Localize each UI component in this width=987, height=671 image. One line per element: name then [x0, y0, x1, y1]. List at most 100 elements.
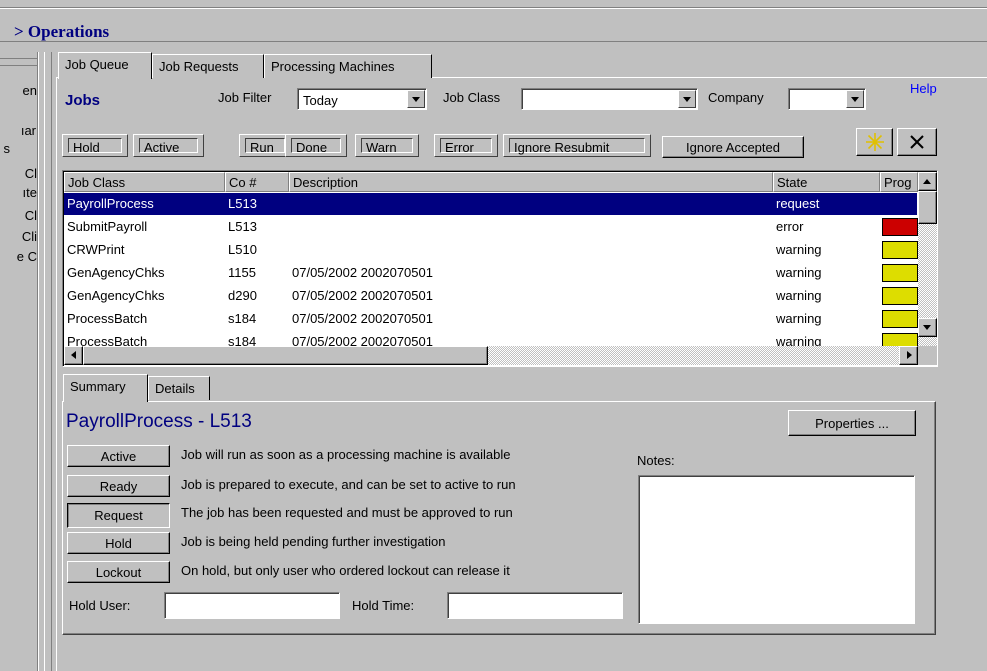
table-row[interactable]: SubmitPayroll L513 error: [64, 216, 918, 238]
cell-company: s184: [228, 311, 257, 326]
cell-state: request: [776, 196, 820, 211]
progress-indicator: [882, 218, 918, 236]
filter-hold-button[interactable]: Hold: [62, 134, 128, 157]
chevron-down-icon[interactable]: [678, 90, 696, 108]
state-lockout-button[interactable]: Lockout: [67, 561, 170, 583]
cell-job-class: GenAgencyChks: [67, 265, 165, 280]
tab-job-queue[interactable]: Job Queue: [58, 52, 152, 79]
cell-state: error: [776, 219, 804, 234]
table-row[interactable]: PayrollProcess L513 request: [64, 193, 917, 215]
page-title: > Operations: [14, 22, 110, 41]
cell-description: 07/05/2002 2002070501: [292, 288, 433, 303]
filter-ignore-resubmit-label: Ignore Resubmit: [509, 138, 645, 155]
job-class-label: Job Class: [443, 90, 501, 105]
sidebar-splitter-bar[interactable]: [44, 52, 52, 671]
table-row[interactable]: GenAgencyChks d290 07/05/2002 2002070501 wa…: [64, 285, 918, 307]
column-header-state[interactable]: State: [773, 172, 880, 192]
scroll-up-button[interactable]: [918, 172, 937, 191]
cell-job-class: SubmitPayroll: [67, 219, 148, 234]
progress-indicator: [882, 241, 918, 259]
filter-run-label: Run: [245, 138, 285, 155]
selected-job-title: PayrollProcess - L513: [66, 411, 252, 432]
company-select[interactable]: [788, 88, 866, 110]
hscroll-thumb[interactable]: [83, 346, 488, 365]
scroll-down-button[interactable]: [918, 318, 937, 337]
top-divider: [0, 7, 987, 9]
sidebar-item[interactable]: Cl: [0, 166, 37, 181]
sidebar-header-grip[interactable]: [0, 58, 37, 66]
column-header-company[interactable]: Co #: [225, 172, 289, 192]
help-link[interactable]: Help: [910, 81, 937, 96]
filter-ignore-resubmit-button[interactable]: Ignore Resubmit: [503, 134, 651, 157]
cell-job-class: CRWPrint: [67, 242, 125, 257]
chevron-down-icon[interactable]: [407, 90, 425, 108]
tab-job-requests[interactable]: Job Requests: [152, 54, 264, 78]
filter-done-button[interactable]: Done: [285, 134, 347, 157]
filter-ignore-accepted-button[interactable]: Ignore Accepted: [662, 136, 804, 158]
state-hold-button[interactable]: Hold: [67, 532, 170, 554]
sidebar-item[interactable]: e C: [0, 249, 37, 264]
cell-state: warning: [776, 242, 822, 257]
table-row[interactable]: GenAgencyChks 1155 07/05/2002 2002070501 wa…: [64, 262, 918, 284]
job-filter-value: Today: [303, 93, 338, 108]
table-row[interactable]: CRWPrint L510 warning: [64, 239, 918, 261]
tab-details[interactable]: Details: [148, 376, 210, 400]
sidebar-item[interactable]: Cl: [0, 208, 37, 223]
tab-summary[interactable]: Summary: [63, 374, 148, 402]
sidebar-item[interactable]: en: [0, 83, 37, 98]
sidebar-item[interactable]: Cli: [0, 229, 37, 244]
cell-company: L510: [228, 242, 257, 257]
filter-run-button[interactable]: Run: [239, 134, 291, 157]
filter-done-label: Done: [291, 138, 341, 155]
new-job-button[interactable]: [856, 128, 893, 156]
job-filter-select[interactable]: Today: [297, 88, 427, 110]
company-label: Company: [708, 90, 764, 105]
hold-time-field[interactable]: [447, 592, 623, 619]
navigation-sidebar: en ıar s Cl ıte Cl Cli e C: [0, 53, 38, 671]
cell-job-class: ProcessBatch: [67, 311, 148, 326]
job-filter-label: Job Filter: [218, 90, 272, 105]
job-queue-grid[interactable]: Job Class Co # Description State Prog Pa…: [62, 170, 938, 367]
state-active-button[interactable]: Active: [67, 445, 170, 467]
tab-processing-machines[interactable]: Processing Machines: [264, 54, 432, 78]
column-header-progress[interactable]: Prog: [880, 172, 918, 192]
cell-company: L513: [228, 219, 257, 234]
delete-job-button[interactable]: [897, 128, 937, 156]
state-request-button[interactable]: Request: [67, 503, 170, 528]
chevron-down-icon[interactable]: [846, 90, 864, 108]
cell-job-class: GenAgencyChks: [67, 288, 165, 303]
column-header-job-class[interactable]: Job Class: [64, 172, 225, 192]
filter-error-label: Error: [440, 138, 492, 155]
sidebar-splitter[interactable]: [37, 52, 39, 671]
sidebar-item[interactable]: ıar: [0, 123, 36, 138]
state-request-description: The job has been requested and must be a…: [181, 505, 513, 520]
grid-vertical-scrollbar[interactable]: [918, 172, 937, 346]
cell-job-class: PayrollProcess: [67, 196, 154, 211]
progress-indicator: [882, 287, 918, 305]
scroll-thumb[interactable]: [918, 191, 937, 224]
notes-textarea[interactable]: [638, 475, 915, 624]
table-row[interactable]: ProcessBatch s184 07/05/2002 2002070501 war…: [64, 308, 918, 330]
delete-x-icon: [910, 135, 924, 149]
job-class-select[interactable]: [521, 88, 698, 110]
scroll-corner: [918, 346, 937, 365]
properties-button[interactable]: Properties ...: [788, 410, 916, 436]
scroll-left-button[interactable]: [64, 346, 83, 365]
state-ready-button[interactable]: Ready: [67, 475, 170, 497]
filter-warn-label: Warn: [361, 138, 413, 155]
cell-company: L513: [228, 196, 257, 211]
filter-error-button[interactable]: Error: [434, 134, 498, 157]
notes-label: Notes:: [637, 453, 675, 468]
column-header-description[interactable]: Description: [289, 172, 773, 192]
cell-state: warning: [776, 288, 822, 303]
state-lockout-description: On hold, but only user who ordered locko…: [181, 563, 510, 578]
sidebar-item[interactable]: ıte: [0, 185, 37, 200]
filter-active-button[interactable]: Active: [133, 134, 204, 157]
hold-user-field[interactable]: [164, 592, 340, 619]
new-star-icon: [865, 133, 884, 151]
filter-warn-button[interactable]: Warn: [355, 134, 419, 157]
sidebar-item[interactable]: s: [0, 141, 11, 156]
hold-time-label: Hold Time:: [352, 598, 415, 613]
grid-horizontal-scrollbar[interactable]: [64, 346, 918, 365]
scroll-right-button[interactable]: [899, 346, 918, 365]
